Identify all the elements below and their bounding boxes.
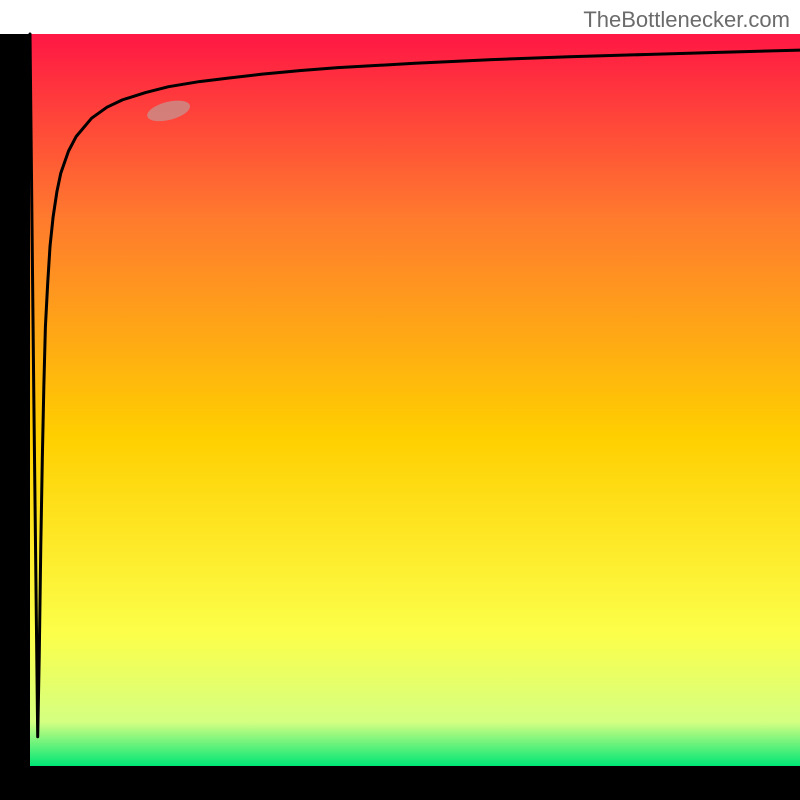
plot-background — [30, 34, 800, 766]
x-axis — [0, 766, 800, 800]
watermark-text: TheBottlenecker.com — [583, 7, 790, 33]
chart-area — [0, 0, 800, 800]
bottleneck-chart — [0, 0, 800, 800]
y-axis — [0, 34, 30, 800]
